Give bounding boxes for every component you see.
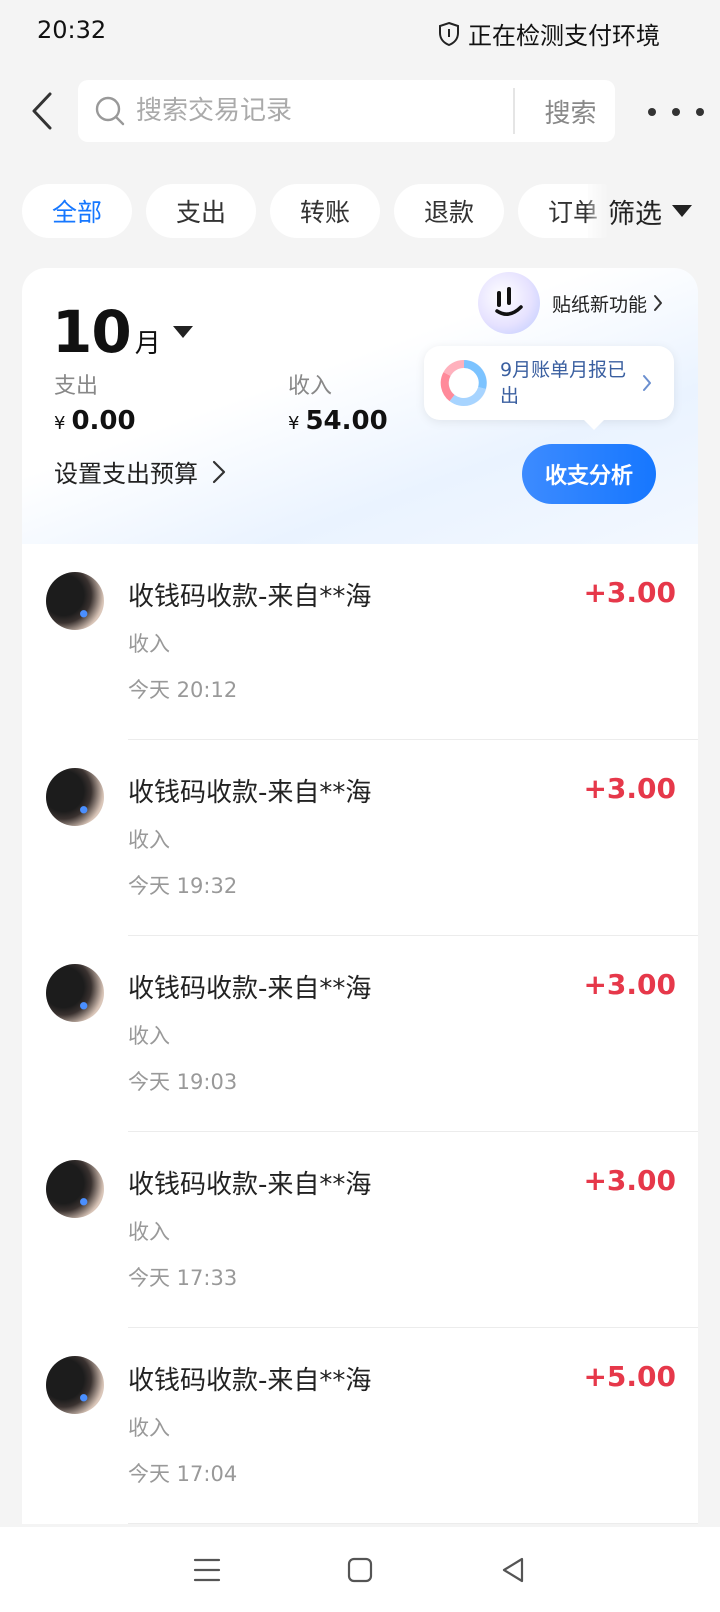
transaction-type: 收入 <box>128 1024 170 1048</box>
transaction-title: 收钱码收款-来自**海 <box>128 1170 372 1200</box>
currency-symbol: ¥ <box>54 413 66 434</box>
security-status: 正在检测支付环境 <box>438 16 660 51</box>
chevron-right-icon <box>643 375 651 391</box>
transaction-row[interactable]: 收钱码收款-来自**海 收入 今天 19:03 +3.00 <box>22 936 698 1132</box>
transaction-time: 今天 17:33 <box>128 1266 238 1290</box>
nav-menu-button[interactable] <box>177 1540 237 1600</box>
transaction-row[interactable]: 收钱码收款-来自**海 收入 今天 17:33 +3.00 <box>22 1132 698 1328</box>
more-dot-icon <box>672 108 680 116</box>
transaction-time: 今天 19:32 <box>128 874 238 898</box>
transaction-time: 今天 19:03 <box>128 1070 238 1094</box>
set-budget-link[interactable]: 设置支出预算 <box>54 454 226 489</box>
caret-down-icon <box>172 326 193 338</box>
transaction-row[interactable]: 收钱码收款-来自**海 收入 今天 17:04 +5.00 <box>22 1328 698 1524</box>
filter-button[interactable]: 筛选 <box>588 184 692 238</box>
sticker-feature-label: 贴纸新功能 <box>552 293 648 316</box>
transaction-amount: +3.00 <box>583 968 676 1001</box>
transaction-title: 收钱码收款-来自**海 <box>128 974 372 1004</box>
status-bar: 20:32 正在检测支付环境 <box>0 0 720 66</box>
expense-amount: 0.00 <box>71 406 136 436</box>
transaction-title: 收钱码收款-来自**海 <box>128 1366 372 1396</box>
expense-stat: 支出 ¥0.00 <box>54 368 136 436</box>
header: 搜索 <box>0 72 720 152</box>
more-dot-icon <box>648 108 656 116</box>
chevron-right-icon <box>212 460 226 483</box>
transaction-type: 收入 <box>128 632 170 656</box>
income-label: 收入 <box>288 374 333 399</box>
status-time: 20:32 <box>37 16 107 44</box>
transaction-title: 收钱码收款-来自**海 <box>128 582 372 612</box>
income-expense-analysis-button[interactable]: 收支分析 <box>522 444 656 504</box>
currency-symbol: ¥ <box>288 413 300 434</box>
transaction-amount: +3.00 <box>583 772 676 805</box>
triangle-down-icon <box>672 205 692 217</box>
nav-back-button[interactable] <box>483 1540 543 1600</box>
transaction-type: 收入 <box>128 1416 170 1440</box>
search-divider <box>513 88 515 134</box>
filter-chips: 全部 支出 转账 退款 订单 <box>22 184 622 238</box>
search-button[interactable]: 搜索 <box>528 80 613 142</box>
back-triangle-icon <box>503 1557 524 1582</box>
transaction-type: 收入 <box>128 1220 170 1244</box>
monthly-report-popup[interactable]: 9月账单月报已出 <box>424 346 674 430</box>
transaction-type: 收入 <box>128 828 170 852</box>
transaction-row[interactable]: 收钱码收款-来自**海 收入 今天 20:12 +3.00 <box>22 544 698 740</box>
shield-icon <box>439 21 459 46</box>
transaction-time: 今天 20:12 <box>128 678 238 702</box>
transaction-amount: +3.00 <box>583 576 676 609</box>
transaction-title: 收钱码收款-来自**海 <box>128 778 372 808</box>
chevron-right-icon <box>654 295 663 311</box>
payer-avatar <box>46 964 104 1022</box>
security-status-text: 正在检测支付环境 <box>468 22 660 50</box>
chip-transfer[interactable]: 转账 <box>270 184 380 238</box>
chevron-left-icon <box>32 92 52 130</box>
menu-icon <box>193 1558 220 1581</box>
search-icon <box>95 96 125 126</box>
donut-chart-icon <box>440 360 487 406</box>
transaction-amount: +5.00 <box>583 1360 676 1393</box>
sticker-feature-promo[interactable]: 贴纸新功能 <box>478 272 663 334</box>
expense-value: ¥0.00 <box>54 406 136 436</box>
search-input[interactable] <box>136 96 486 126</box>
month-unit: 月 <box>134 329 161 359</box>
transaction-time: 今天 17:04 <box>128 1462 238 1486</box>
income-stat: 收入 ¥54.00 <box>288 368 388 436</box>
transaction-list: 收钱码收款-来自**海 收入 今天 20:12 +3.00 收钱码收款-来自**… <box>22 544 698 1524</box>
search-box[interactable]: 搜索 <box>78 80 615 142</box>
income-amount: 54.00 <box>305 406 388 436</box>
payer-avatar <box>46 1356 104 1414</box>
chip-expense[interactable]: 支出 <box>146 184 256 238</box>
month-selector[interactable]: 10 月 <box>52 298 193 366</box>
payer-avatar <box>46 768 104 826</box>
transaction-row[interactable]: 收钱码收款-来自**海 收入 今天 19:32 +3.00 <box>22 740 698 936</box>
sticker-mascot-icon <box>478 272 540 334</box>
chip-all[interactable]: 全部 <box>22 184 132 238</box>
payer-avatar <box>46 572 104 630</box>
row-divider <box>128 1523 698 1524</box>
nav-home-button[interactable] <box>330 1540 390 1600</box>
month-number: 10 <box>52 298 132 366</box>
back-button[interactable] <box>22 86 62 136</box>
more-dot-icon <box>696 108 704 116</box>
filter-button-label: 筛选 <box>608 198 662 230</box>
expense-label: 支出 <box>54 374 99 399</box>
income-value: ¥54.00 <box>288 406 388 436</box>
transaction-amount: +3.00 <box>583 1164 676 1197</box>
monthly-report-text: 9月账单月报已出 <box>500 359 627 407</box>
system-nav-bar <box>0 1527 720 1612</box>
set-budget-label: 设置支出预算 <box>54 460 198 488</box>
chip-refund[interactable]: 退款 <box>394 184 504 238</box>
home-square-icon <box>347 1557 373 1582</box>
payer-avatar <box>46 1160 104 1218</box>
more-button[interactable] <box>648 94 704 130</box>
